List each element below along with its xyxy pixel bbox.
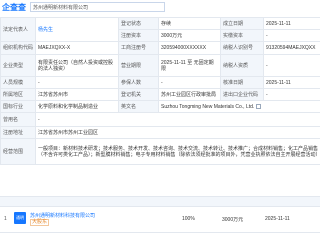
industry-value: 化学原料和化学制品制造业 xyxy=(35,100,119,113)
legal-rep-value: 杨先生 xyxy=(35,17,119,42)
ie-code-value: - xyxy=(263,88,320,101)
paid-capital-value: - xyxy=(263,29,320,42)
en-name-label: 英文名 xyxy=(118,100,159,113)
region-label: 所属地区 xyxy=(0,88,36,101)
address-label: 注册地址 xyxy=(0,126,36,139)
status-label: 登记状态 xyxy=(118,17,159,30)
founded-label: 成立日期 xyxy=(220,17,264,30)
shareholder-ratio: 100% xyxy=(182,216,195,222)
former-name-label: 曾用名 xyxy=(0,112,36,127)
top-header: 企查查 xyxy=(0,0,320,15)
paid-capital-label: 实缴资本 xyxy=(220,29,264,42)
en-name-value: Suzhou Tongming New Materials Co., Ltd. xyxy=(158,100,320,113)
tax-qual-value: - xyxy=(263,54,320,77)
status-value: 存续 xyxy=(158,17,221,30)
term-value: 2025-11-11 至 无固定期限 xyxy=(158,54,221,77)
search-input[interactable] xyxy=(30,2,165,12)
insured-label: 参保人数 xyxy=(118,76,159,89)
insured-value: - xyxy=(158,76,221,89)
staff-value: - xyxy=(35,76,119,89)
scope-value: 一般项目：新材料技术研发；技术服务、技术开发、技术咨询、技术交流、技术转让、技术… xyxy=(35,138,320,165)
row-number: 1 xyxy=(4,216,7,222)
industry-label: 国标行业 xyxy=(0,100,36,113)
shareholder-section: 1 通明 苏州通明新材料科技有限公司 大股东 100% 3000万元 2025-… xyxy=(0,196,320,236)
legal-rep-label: 法定代表人 xyxy=(0,17,36,42)
tax-id-label: 纳税人识别号 xyxy=(220,41,264,55)
legal-rep-link[interactable]: 杨先生 xyxy=(38,27,53,33)
reg-capital-label: 注册资本 xyxy=(118,29,159,42)
tax-qual-label: 纳税人资质 xyxy=(220,54,264,77)
approved-label: 核准日期 xyxy=(220,76,264,89)
approved-value: 2025-11-11 xyxy=(263,76,320,89)
en-name-text: Suzhou Tongming New Materials Co., Ltd. xyxy=(161,103,255,110)
shareholder-amount: 3000万元 xyxy=(222,217,244,223)
ie-code-label: 进出口企业代码 xyxy=(220,88,264,101)
type-label: 企业类型 xyxy=(0,54,36,77)
copy-icon[interactable] xyxy=(256,103,262,109)
site-logo[interactable]: 企查查 xyxy=(2,3,26,12)
staff-label: 人员规模 xyxy=(0,76,36,89)
type-value: 有限责任公司（自然人投资或控股的法人独资） xyxy=(35,54,119,77)
shareholder-tag-badge: 大股东 xyxy=(30,219,50,226)
reg-no-value: 320594000XXXXXX xyxy=(158,41,221,55)
company-logo-icon: 通明 xyxy=(14,212,26,224)
company-info-table: 法定代表人 杨先生 登记状态 存续 成立日期 2025-11-11 注册资本 3… xyxy=(0,17,320,165)
region-value: 江苏省苏州市 xyxy=(35,88,119,101)
authority-label: 登记机关 xyxy=(118,88,159,101)
shareholder-date: 2025-11-11 xyxy=(265,216,290,222)
founded-value: 2025-11-11 xyxy=(263,17,320,30)
authority-value: 苏州工业园区行政审批局 xyxy=(158,88,221,101)
reg-no-label: 工商注册号 xyxy=(118,41,159,55)
org-code-label: 组织机构代码 xyxy=(0,41,36,55)
former-name-value: - xyxy=(35,112,320,127)
address-value: 江苏省苏州市苏州工业园区 xyxy=(35,126,320,139)
shareholder-name-link[interactable]: 苏州通明新材料科技有限公司 xyxy=(30,212,95,219)
term-label: 营业期限 xyxy=(118,54,159,77)
scope-label: 经营范围 xyxy=(0,138,36,165)
org-code-value: MAEJXQXX-X xyxy=(35,41,119,55)
tax-id-value: 91320594MAEJXQXX xyxy=(263,41,320,55)
reg-capital-value: 3000万元 xyxy=(158,29,221,42)
table-row[interactable]: 1 通明 苏州通明新材料科技有限公司 大股东 100% 3000万元 2025-… xyxy=(0,206,320,233)
